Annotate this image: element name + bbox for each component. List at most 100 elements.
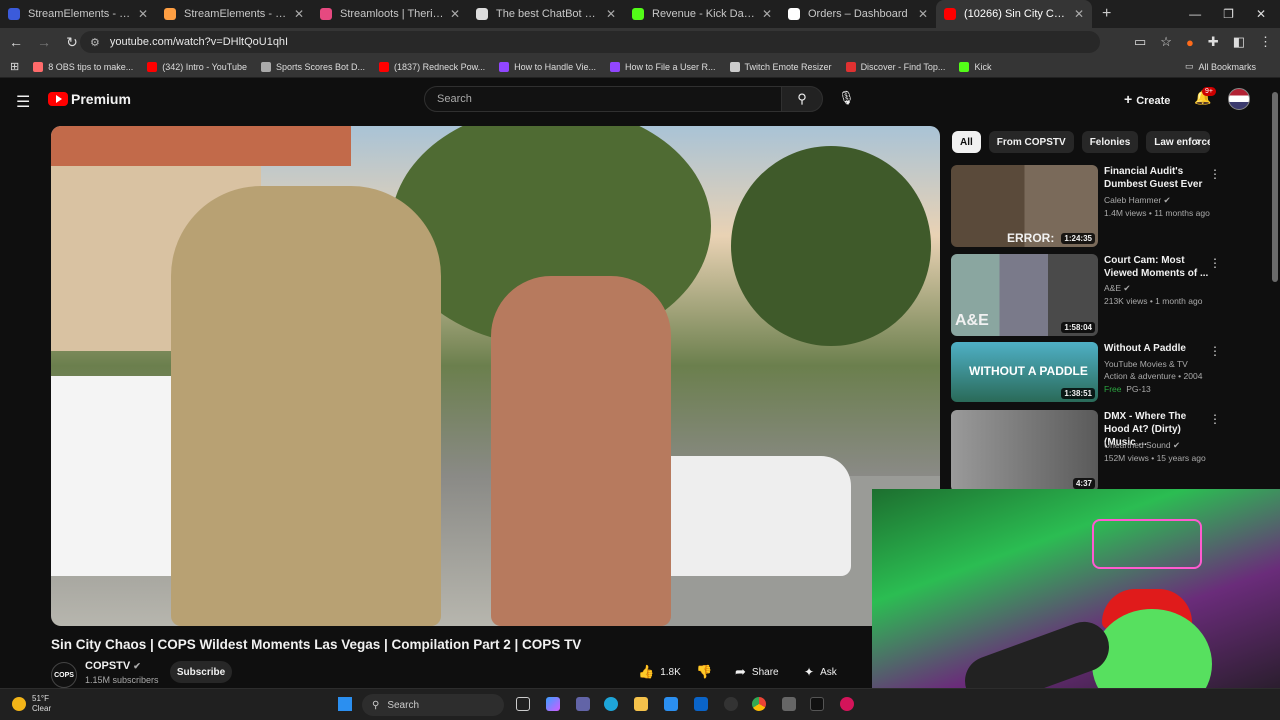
bookmark-favicon-icon <box>499 61 510 72</box>
mic-icon[interactable]: 🎙 <box>838 90 855 106</box>
bookmark-item[interactable]: Discover - Find Top... <box>845 61 945 72</box>
more-options-icon[interactable]: ⋮ <box>1209 344 1221 358</box>
verified-icon: ✔ <box>1123 283 1131 293</box>
browser-tab[interactable]: StreamElements - Overlays✕ <box>0 0 156 28</box>
bookmark-favicon-icon <box>147 61 158 72</box>
close-tab-icon[interactable]: ✕ <box>762 7 772 21</box>
bookmark-item[interactable]: (1837) Redneck Pow... <box>379 61 485 72</box>
bookmark-item[interactable]: 8 OBS tips to make... <box>33 61 133 72</box>
menu-icon[interactable]: ⋮ <box>1259 34 1272 50</box>
close-tab-icon[interactable]: ✕ <box>606 7 616 21</box>
bookmark-item[interactable]: How to File a User R... <box>610 61 716 72</box>
cast-icon[interactable]: ▭ <box>1134 34 1146 50</box>
file-explorer-icon[interactable] <box>634 697 648 711</box>
bookmark-item[interactable]: (342) Intro - YouTube <box>147 61 247 72</box>
search-input[interactable]: Search <box>424 86 782 112</box>
recommendation-item[interactable]: 4:37 DMX - Where The Hood At? (Dirty) (M… <box>951 410 1271 492</box>
close-tab-icon[interactable]: ✕ <box>918 7 928 21</box>
recommendation-item[interactable]: WITHOUT A PADDLE 1:38:51 Without A Paddl… <box>951 342 1271 402</box>
video-thumbnail[interactable]: ERROR: 1:24:35 <box>951 165 1098 247</box>
recommendation-title: Court Cam: Most Viewed Moments of ... <box>1104 255 1209 279</box>
chip-all[interactable]: All <box>952 131 981 153</box>
close-window-icon[interactable]: ✕ <box>1256 7 1266 21</box>
hamburger-menu-icon[interactable]: ☰ <box>16 92 30 112</box>
maximize-icon[interactable]: ❐ <box>1223 7 1234 21</box>
address-bar[interactable]: ⚙ youtube.com/watch?v=DHltQoU1qhI <box>80 31 1100 53</box>
chip-law-enforcement[interactable]: Law enforcem <box>1146 131 1211 153</box>
youtube-play-icon <box>48 92 68 106</box>
taskbar-search[interactable]: ⚲ Search <box>362 694 504 716</box>
terminal-icon[interactable] <box>810 697 824 711</box>
video-thumbnail[interactable]: 4:37 <box>951 410 1098 492</box>
tab-favicon-icon <box>632 8 644 20</box>
youtube-logo[interactable]: Premium <box>48 91 131 107</box>
chip-felonies[interactable]: Felonies <box>1081 131 1139 153</box>
browser-tab[interactable]: The best ChatBot and Widgets✕ <box>468 0 624 28</box>
create-button[interactable]: + Create <box>1124 91 1170 107</box>
search-button[interactable]: ⚲ <box>781 86 823 112</box>
video-player[interactable] <box>51 126 940 626</box>
store-icon[interactable] <box>664 697 678 711</box>
windows-start-icon[interactable] <box>338 697 352 711</box>
forward-icon[interactable]: → <box>32 34 56 50</box>
close-tab-icon[interactable]: ✕ <box>450 7 460 21</box>
more-options-icon[interactable]: ⋮ <box>1209 412 1221 426</box>
more-options-icon[interactable]: ⋮ <box>1209 256 1221 270</box>
chrome-icon[interactable] <box>752 697 766 711</box>
thumbs-down-icon: 👎 <box>696 664 713 679</box>
like-button[interactable]: 👍 1.8K <box>638 661 681 683</box>
subscribe-button[interactable]: Subscribe <box>170 661 232 683</box>
app-icon[interactable] <box>782 697 796 711</box>
new-tab-icon[interactable]: + <box>1102 5 1111 23</box>
outlook-icon[interactable] <box>694 697 708 711</box>
close-tab-icon[interactable]: ✕ <box>294 7 304 21</box>
extension-icon[interactable]: ● <box>1186 35 1194 50</box>
app-icon[interactable] <box>840 697 854 711</box>
teams-icon[interactable] <box>576 697 590 711</box>
browser-tab-active[interactable]: (10266) Sin City Chaos | COPS✕ <box>936 0 1092 28</box>
chip-from-channel[interactable]: From COPSTV <box>988 131 1074 153</box>
puzzle-icon[interactable]: ✚ <box>1208 34 1219 50</box>
site-info-icon[interactable]: ⚙ <box>90 36 100 49</box>
bookmark-item[interactable]: Kick <box>959 61 991 72</box>
bookmark-item[interactable]: Sports Scores Bot D... <box>261 61 365 72</box>
dislike-button[interactable]: 👎 <box>696 661 712 683</box>
close-tab-icon[interactable]: ✕ <box>138 7 148 21</box>
bookmark-item[interactable]: How to Handle Vie... <box>499 61 596 72</box>
chevron-right-icon[interactable]: › <box>1196 134 1200 148</box>
obs-icon[interactable] <box>724 697 738 711</box>
recommendation-item[interactable]: A&E 1:58:04 Court Cam: Most Viewed Momen… <box>951 254 1271 336</box>
share-button[interactable]: ➦ Share <box>735 661 779 683</box>
browser-tab[interactable]: StreamElements - rippedredneck✕ <box>156 0 312 28</box>
recommendation-meta: 152M views • 15 years ago <box>1104 453 1206 463</box>
video-thumbnail[interactable]: A&E 1:58:04 <box>951 254 1098 336</box>
bookmark-favicon-icon <box>610 61 620 72</box>
browser-tab[interactable]: Orders – Dashboard ✕ <box>780 0 936 28</box>
close-tab-icon[interactable]: ✕ <box>1074 7 1084 21</box>
channel-avatar[interactable]: COPS <box>51 662 77 688</box>
browser-tab[interactable]: Streamloots | Therippedredneck✕ <box>312 0 468 28</box>
more-options-icon[interactable]: ⋮ <box>1209 167 1221 181</box>
channel-name[interactable]: COPSTV ✔ <box>85 660 141 672</box>
back-icon[interactable]: ← <box>4 34 28 50</box>
task-view-icon[interactable] <box>516 697 530 711</box>
apps-grid-icon[interactable]: ⊞ <box>10 60 19 73</box>
all-bookmarks[interactable]: ▭ All Bookmarks <box>1185 61 1256 72</box>
edge-icon[interactable] <box>604 697 618 711</box>
weather-widget[interactable]: 51°F Clear <box>12 694 51 714</box>
recommendation-title: Financial Audit's Dumbest Guest Ever <box>1104 166 1203 190</box>
notifications-button[interactable]: 🔔 9+ <box>1194 87 1216 106</box>
account-avatar[interactable] <box>1228 88 1250 110</box>
browser-tab[interactable]: Revenue - Kick Dashboard✕ <box>624 0 780 28</box>
star-icon[interactable]: ☆ <box>1160 34 1172 50</box>
recommendation-channel: Caleb Hammer ✔ <box>1104 195 1171 205</box>
bookmark-item[interactable]: Twitch Emote Resizer <box>729 61 832 72</box>
video-thumbnail[interactable]: WITHOUT A PADDLE 1:38:51 <box>951 342 1098 402</box>
scrollbar[interactable] <box>1272 92 1278 282</box>
recommendation-item[interactable]: ERROR: 1:24:35 Financial Audit's Dumbest… <box>951 165 1271 247</box>
minimize-icon[interactable]: — <box>1189 7 1201 21</box>
copilot-icon[interactable] <box>546 697 560 711</box>
ask-button[interactable]: ✦ Ask <box>804 661 837 683</box>
sidepanel-icon[interactable]: ◧ <box>1233 34 1245 50</box>
bookmark-favicon-icon <box>33 61 44 72</box>
